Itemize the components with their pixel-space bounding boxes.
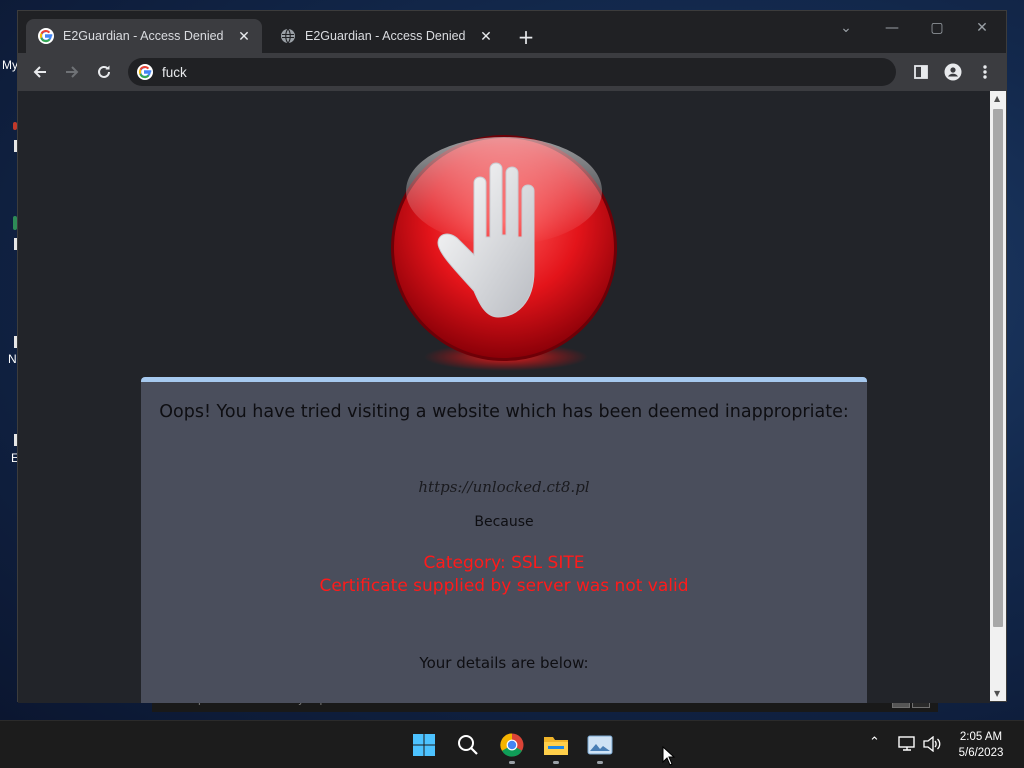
running-indicator — [553, 761, 559, 764]
clock-time: 2:05 AM — [959, 731, 1003, 743]
tab-search-chevron-icon[interactable]: ⌄ — [824, 16, 868, 40]
tab-title: E2Guardian - Access Denied — [305, 29, 466, 43]
tab-strip: E2Guardian - Access Denied ✕ E2Guardian … — [18, 11, 1006, 53]
back-arrow-icon — [33, 66, 46, 78]
search-button[interactable] — [455, 732, 481, 758]
details-heading: Your details are below: — [419, 654, 589, 672]
address-bar[interactable]: fuck — [128, 58, 896, 86]
network-icon[interactable] — [898, 736, 916, 756]
taskbar-explorer-button[interactable] — [543, 732, 569, 758]
block-reason: Category: SSL SITE Certificate supplied … — [141, 552, 867, 598]
photos-icon — [587, 735, 613, 755]
address-bar-text[interactable]: fuck — [162, 65, 187, 80]
new-tab-button[interactable]: + — [514, 25, 538, 49]
close-tab-icon[interactable]: ✕ — [234, 26, 254, 46]
denied-heading: Oops! You have tried visiting a website … — [159, 402, 849, 422]
kebab-menu-icon — [983, 65, 987, 79]
menu-button[interactable] — [972, 59, 998, 85]
page-scrollbar[interactable]: ▲ ▼ — [990, 91, 1006, 701]
chrome-icon — [500, 733, 524, 757]
browser-toolbar: fuck — [18, 53, 1006, 91]
taskbar-chrome-button[interactable] — [499, 732, 525, 758]
running-indicator — [597, 761, 603, 764]
tab-title: E2Guardian - Access Denied — [63, 29, 224, 43]
reason-detail: Certificate supplied by server was not v… — [319, 576, 689, 596]
back-button[interactable] — [27, 59, 53, 85]
volume-icon[interactable] — [923, 735, 941, 756]
desktop-icon-label-my[interactable]: My — [2, 58, 18, 72]
reload-button[interactable] — [91, 59, 117, 85]
reason-category: Category: SSL SITE — [423, 553, 585, 573]
scrollbar-thumb[interactable] — [993, 109, 1003, 627]
desktop-icon-label-n[interactable]: N — [8, 352, 17, 366]
start-button[interactable] — [411, 732, 437, 758]
taskbar: ⌃ 2:05 AM 5/6/2023 — [0, 720, 1024, 768]
stop-hand-icon — [391, 135, 617, 371]
google-g-icon — [38, 28, 54, 44]
side-panel-icon — [914, 65, 928, 79]
denied-message-panel: Oops! You have tried visiting a website … — [141, 377, 867, 703]
running-indicator — [509, 761, 515, 764]
reload-icon — [98, 65, 110, 78]
tab-active[interactable]: E2Guardian - Access Denied ✕ — [26, 19, 262, 53]
maximize-button[interactable]: ▢ — [915, 16, 959, 40]
tab-inactive[interactable]: E2Guardian - Access Denied ✕ — [268, 19, 504, 53]
browser-window: E2Guardian - Access Denied ✕ E2Guardian … — [17, 10, 1007, 703]
google-g-icon — [137, 64, 153, 80]
network-icon-glyph — [898, 736, 915, 751]
forward-arrow-icon — [66, 66, 79, 78]
blocked-url: https://unlocked.ct8.pl — [418, 478, 590, 496]
page-content: Oops! You have tried visiting a website … — [18, 91, 990, 703]
taskbar-photos-button[interactable] — [587, 732, 613, 758]
taskbar-clock[interactable]: 2:05 AM 5/6/2023 — [948, 729, 1014, 761]
mouse-cursor-icon — [662, 746, 676, 766]
minimize-button[interactable]: — — [870, 16, 914, 40]
folder-icon — [544, 737, 568, 755]
profile-icon — [944, 63, 962, 81]
because-label: Because — [474, 514, 534, 530]
forward-button[interactable] — [59, 59, 85, 85]
globe-icon — [281, 28, 295, 44]
close-window-button[interactable]: ✕ — [960, 16, 1004, 40]
profile-button[interactable] — [940, 59, 966, 85]
speaker-icon — [923, 735, 941, 753]
scroll-up-icon[interactable]: ▲ — [994, 94, 1000, 103]
close-tab-icon[interactable]: ✕ — [476, 26, 496, 46]
windows-start-icon — [413, 734, 435, 756]
clock-date: 5/6/2023 — [958, 747, 1004, 759]
search-icon — [458, 735, 478, 755]
scroll-down-icon[interactable]: ▼ — [994, 689, 1000, 698]
show-hidden-icons-chevron-icon[interactable]: ⌃ — [869, 735, 880, 750]
side-panel-button[interactable] — [908, 59, 934, 85]
